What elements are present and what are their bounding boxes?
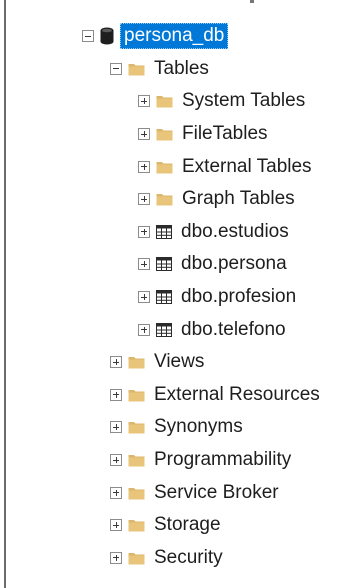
expand-icon[interactable]: [110, 519, 122, 532]
expand-icon[interactable]: [138, 291, 150, 304]
tree-node-label[interactable]: Service Broker: [151, 481, 282, 505]
folder-icon: [128, 551, 145, 565]
tree-node-label[interactable]: dbo.persona: [178, 252, 290, 276]
table-icon: [156, 224, 172, 239]
folder-icon: [156, 94, 173, 108]
expand-icon[interactable]: [138, 225, 150, 238]
folder-icon: [128, 420, 145, 434]
tree-node-label[interactable]: Synonyms: [151, 415, 246, 439]
tree-node-label[interactable]: dbo.profesion: [178, 285, 299, 309]
tree-node-service-broker[interactable]: Service Broker: [0, 476, 355, 509]
tree-node-label[interactable]: External Resources: [151, 383, 323, 407]
tree-node-database[interactable]: persona_db: [0, 20, 355, 53]
folder-icon: [128, 355, 145, 369]
tree-node-label[interactable]: Programmability: [151, 448, 294, 472]
collapse-icon[interactable]: [82, 30, 94, 43]
folder-icon: [128, 453, 145, 467]
tree-node-label[interactable]: Views: [151, 350, 207, 374]
tree-node-graph-tables[interactable]: Graph Tables: [0, 183, 355, 216]
table-icon: [156, 290, 172, 305]
tree-node-table-telefono[interactable]: dbo.telefono: [0, 313, 355, 346]
tree-node-synonyms[interactable]: Synonyms: [0, 411, 355, 444]
folder-icon: [128, 518, 145, 532]
tree-node-label[interactable]: dbo.telefono: [178, 318, 289, 342]
folder-icon: [128, 486, 145, 500]
tree-node-table-persona[interactable]: dbo.persona: [0, 248, 355, 281]
table-icon: [156, 257, 172, 272]
collapse-icon[interactable]: [110, 62, 122, 75]
folder-icon: [128, 388, 145, 402]
expand-icon[interactable]: [138, 193, 150, 206]
tree-node-programmability[interactable]: Programmability: [0, 444, 355, 477]
expand-icon[interactable]: [138, 160, 150, 173]
tree-node-label[interactable]: External Tables: [179, 155, 315, 179]
expand-icon[interactable]: [110, 421, 122, 434]
tree-node-label[interactable]: Storage: [151, 513, 224, 537]
expand-icon[interactable]: [110, 551, 122, 564]
expand-icon[interactable]: [110, 486, 122, 499]
expand-icon[interactable]: [110, 454, 122, 467]
scroll-artifact: [250, 0, 254, 3]
expand-icon[interactable]: [138, 323, 150, 336]
tree-node-views[interactable]: Views: [0, 346, 355, 379]
tree-node-external-resources[interactable]: External Resources: [0, 379, 355, 412]
tree-node-security[interactable]: Security: [0, 542, 355, 575]
tree-node-table-estudios[interactable]: dbo.estudios: [0, 216, 355, 249]
tree-node-label[interactable]: Tables: [151, 57, 212, 81]
tree-node-tables[interactable]: Tables: [0, 53, 355, 86]
folder-icon: [156, 192, 173, 206]
tree-node-storage[interactable]: Storage: [0, 509, 355, 542]
tree-node-label[interactable]: System Tables: [179, 89, 308, 113]
tree-node-label[interactable]: dbo.estudios: [178, 220, 292, 244]
tree-node-label[interactable]: Security: [151, 546, 226, 570]
folder-icon: [128, 62, 145, 76]
expand-icon[interactable]: [110, 356, 122, 369]
tree-node-label[interactable]: persona_db: [120, 23, 229, 50]
object-explorer-tree: persona_db Tables System Tables FileTabl…: [0, 20, 355, 574]
expand-icon[interactable]: [138, 258, 150, 271]
expand-icon[interactable]: [110, 388, 122, 401]
tree-node-system-tables[interactable]: System Tables: [0, 85, 355, 118]
expand-icon[interactable]: [138, 128, 150, 141]
tree-node-label[interactable]: Graph Tables: [179, 187, 298, 211]
tree-node-filetables[interactable]: FileTables: [0, 118, 355, 151]
tree-node-table-profesion[interactable]: dbo.profesion: [0, 281, 355, 314]
folder-icon: [156, 160, 173, 174]
tree-node-label[interactable]: FileTables: [179, 122, 271, 146]
tree-node-external-tables[interactable]: External Tables: [0, 150, 355, 183]
folder-icon: [156, 127, 173, 141]
table-icon: [156, 322, 172, 337]
expand-icon[interactable]: [138, 95, 150, 108]
database-icon: [100, 27, 114, 45]
